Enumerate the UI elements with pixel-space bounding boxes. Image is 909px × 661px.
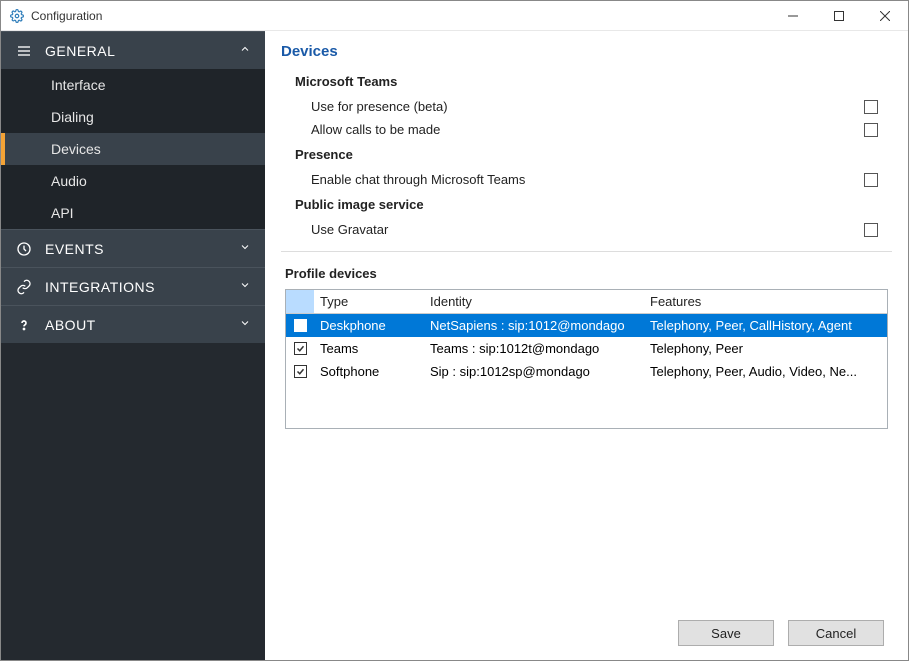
cell-identity: Teams : sip:1012t@mondago (424, 337, 644, 360)
cell-identity: NetSapiens : sip:1012@mondago (424, 314, 644, 338)
page-title: Devices (281, 43, 892, 60)
minimize-button[interactable] (770, 1, 816, 31)
option-label: Use for presence (beta) (311, 99, 864, 114)
checkbox[interactable] (864, 100, 878, 114)
row-checkbox[interactable] (294, 342, 307, 355)
events-icon (15, 240, 33, 258)
sidebar-item-interface[interactable]: Interface (1, 69, 265, 101)
sidebar-section-label: EVENTS (45, 241, 239, 257)
table-header-identity[interactable]: Identity (424, 290, 644, 314)
table-header-type[interactable]: Type (314, 290, 424, 314)
main-panel: Devices Microsoft Teams Use for presence… (265, 31, 908, 660)
cell-features: Telephony, Peer, Audio, Video, Ne... (644, 360, 887, 383)
table-header-features[interactable]: Features (644, 290, 887, 314)
table-row[interactable]: Deskphone NetSapiens : sip:1012@mondago … (286, 314, 887, 338)
table-row[interactable]: Softphone Sip : sip:1012sp@mondago Telep… (286, 360, 887, 383)
chevron-up-icon (239, 43, 251, 58)
cancel-button[interactable]: Cancel (788, 620, 884, 646)
profile-devices-table: Type Identity Features Deskphone NetSapi… (285, 289, 888, 429)
table-header-row: Type Identity Features (286, 290, 887, 314)
option-label: Allow calls to be made (311, 122, 864, 137)
window-title: Configuration (31, 9, 102, 23)
sidebar-item-label: API (51, 205, 74, 221)
option-use-for-presence: Use for presence (beta) (281, 95, 892, 118)
gear-icon (9, 8, 25, 24)
footer: Save Cancel (281, 608, 892, 660)
cell-identity: Sip : sip:1012sp@mondago (424, 360, 644, 383)
close-button[interactable] (862, 1, 908, 31)
cell-features: Telephony, Peer, CallHistory, Agent (644, 314, 887, 338)
sidebar-section-label: GENERAL (45, 43, 239, 59)
sidebar-item-label: Interface (51, 77, 105, 93)
sidebar-section-label: INTEGRATIONS (45, 279, 239, 295)
cell-features: Telephony, Peer (644, 337, 887, 360)
option-label: Use Gravatar (311, 222, 864, 237)
save-button[interactable]: Save (678, 620, 774, 646)
sidebar-section-general[interactable]: GENERAL (1, 31, 265, 69)
option-label: Enable chat through Microsoft Teams (311, 172, 864, 187)
sidebar-item-dialing[interactable]: Dialing (1, 101, 265, 133)
checkbox[interactable] (864, 223, 878, 237)
chevron-down-icon (239, 317, 251, 332)
group-title-public-image: Public image service (295, 197, 892, 212)
checkbox[interactable] (864, 123, 878, 137)
cell-type: Softphone (314, 360, 424, 383)
sidebar-item-devices[interactable]: Devices (1, 133, 265, 165)
sidebar-item-label: Devices (51, 141, 101, 157)
sidebar-item-audio[interactable]: Audio (1, 165, 265, 197)
cell-type: Deskphone (314, 314, 424, 338)
maximize-button[interactable] (816, 1, 862, 31)
sidebar-section-events[interactable]: EVENTS (1, 229, 265, 267)
sidebar-section-about[interactable]: ABOUT (1, 305, 265, 343)
table-row[interactable]: Teams Teams : sip:1012t@mondago Telephon… (286, 337, 887, 360)
link-icon (15, 278, 33, 296)
divider (281, 251, 892, 252)
table-header-checkbox[interactable] (286, 290, 314, 314)
chevron-down-icon (239, 241, 251, 256)
sidebar: GENERAL Interface Dialing Devices Audio … (1, 31, 265, 660)
group-title-teams: Microsoft Teams (295, 74, 892, 89)
option-use-gravatar: Use Gravatar (281, 218, 892, 241)
sidebar-section-integrations[interactable]: INTEGRATIONS (1, 267, 265, 305)
row-checkbox[interactable] (294, 365, 307, 378)
titlebar: Configuration (1, 1, 908, 31)
hamburger-icon (15, 42, 33, 60)
question-icon (15, 316, 33, 334)
option-allow-calls: Allow calls to be made (281, 118, 892, 141)
sidebar-item-label: Audio (51, 173, 87, 189)
option-enable-chat-teams: Enable chat through Microsoft Teams (281, 168, 892, 191)
chevron-down-icon (239, 279, 251, 294)
checkbox[interactable] (864, 173, 878, 187)
group-title-presence: Presence (295, 147, 892, 162)
cell-type: Teams (314, 337, 424, 360)
sidebar-item-label: Dialing (51, 109, 94, 125)
sidebar-item-api[interactable]: API (1, 197, 265, 229)
sidebar-section-label: ABOUT (45, 317, 239, 333)
row-checkbox[interactable] (294, 319, 307, 332)
profile-devices-title: Profile devices (285, 266, 892, 281)
